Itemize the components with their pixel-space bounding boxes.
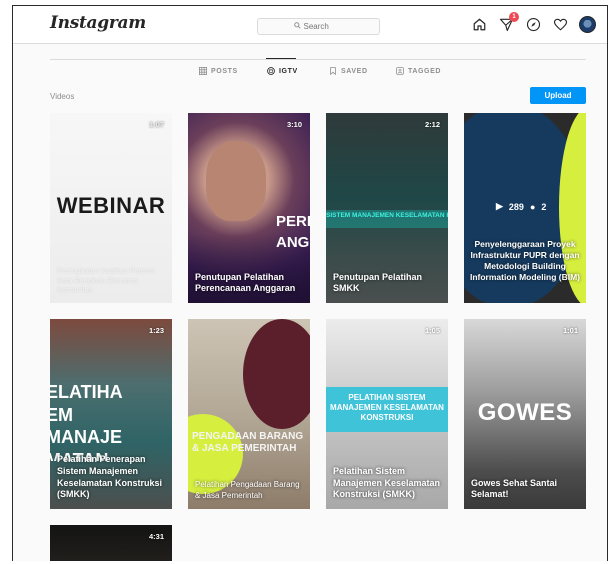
video-duration: 1:23 bbox=[148, 326, 164, 335]
comment-count: 2 bbox=[541, 201, 547, 212]
video-title: Peningkatan Kualitas Potensi Kota Bengku… bbox=[57, 265, 155, 295]
video-duration: 3:10 bbox=[286, 120, 302, 129]
tag-icon bbox=[396, 67, 404, 75]
tab-tagged[interactable]: TAGGED bbox=[396, 67, 441, 75]
video-duration: 2:12 bbox=[424, 120, 440, 129]
bookmark-icon bbox=[330, 67, 336, 75]
home-icon[interactable] bbox=[471, 16, 488, 33]
engagement-stats: ▶ 289 ● 2 bbox=[496, 201, 546, 212]
video-title: Penyelenggaraan Proyek Infrastruktur PUP… bbox=[469, 238, 580, 282]
video-tile[interactable]: PENGADAAN BARANG & JASA PEMERINTAH Pelat… bbox=[188, 319, 310, 509]
search-box[interactable] bbox=[257, 18, 380, 35]
browser-frame: Instagram 1 bbox=[12, 5, 608, 561]
video-title: Pelatihan Penerapan Sistem Manajemen Kes… bbox=[57, 454, 163, 500]
activity-heart-icon[interactable] bbox=[552, 16, 569, 33]
video-tile[interactable]: 1:07 WEBINAR Peningkatan Kualitas Potens… bbox=[50, 113, 172, 303]
video-thumbnail-text: WEBINAR bbox=[56, 193, 166, 218]
video-title: Pelatihan Pengadaan Barang & Jasa Pemeri… bbox=[195, 480, 300, 500]
profile-avatar[interactable] bbox=[579, 16, 596, 33]
video-tile[interactable]: ▶ 289 ● 2 Penyelenggaraan Proyek Infrast… bbox=[464, 113, 586, 303]
instagram-logo[interactable]: Instagram bbox=[50, 13, 146, 33]
video-tile[interactable]: 4:31 bbox=[50, 525, 172, 561]
video-tile[interactable]: 1:05 PELATIHAN SISTEM MANAJEMEN KESELAMA… bbox=[326, 319, 448, 509]
upload-button[interactable]: Upload bbox=[530, 87, 586, 104]
explore-compass-icon[interactable] bbox=[525, 16, 542, 33]
profile-divider bbox=[50, 59, 586, 60]
igtv-icon bbox=[267, 67, 275, 75]
person-thumbnail bbox=[243, 319, 310, 429]
grid-icon bbox=[199, 67, 207, 75]
tab-label: TAGGED bbox=[408, 67, 442, 75]
video-title: Gowes Sehat Santai Selamat! bbox=[471, 477, 558, 500]
nav-icons: 1 bbox=[471, 12, 596, 33]
active-tab-indicator bbox=[266, 58, 296, 59]
video-tile[interactable]: 1:23 ELATIHA EM MANAJE MATAN KON Pelatih… bbox=[50, 319, 172, 509]
video-title: Penutupan Pelatihan Perencanaan Anggaran bbox=[195, 271, 296, 294]
video-duration: 1:01 bbox=[562, 326, 578, 335]
tab-label: IGTV bbox=[279, 67, 298, 75]
play-icon: ▶ bbox=[496, 201, 503, 211]
top-navigation-bar: Instagram 1 bbox=[13, 6, 607, 44]
video-title: Pelatihan Sistem Manajemen Keselamatan K… bbox=[333, 465, 441, 500]
video-tile[interactable]: 1:01 GOWES Gowes Sehat Santai Selamat! bbox=[464, 319, 586, 509]
person-thumbnail bbox=[206, 141, 266, 221]
video-thumbnail-text: PERE ANG bbox=[276, 213, 310, 251]
video-thumbnail-text: PENGADAAN BARANG & JASA PEMERINTAH bbox=[192, 431, 304, 454]
search-input[interactable] bbox=[303, 22, 344, 31]
tab-saved[interactable]: SAVED bbox=[329, 67, 368, 75]
tab-igtv[interactable]: IGTV bbox=[267, 67, 298, 75]
tab-label: SAVED bbox=[341, 67, 368, 75]
video-duration: 1:07 bbox=[148, 120, 164, 129]
video-title: Penutupan Pelatihan SMKK bbox=[333, 271, 423, 294]
video-thumbnail-text: ELATIHA EM MANAJE MATAN KON bbox=[50, 382, 123, 461]
tab-label: POSTS bbox=[211, 67, 238, 75]
section-title: Videos bbox=[50, 92, 75, 101]
video-duration: 4:31 bbox=[148, 532, 164, 541]
video-duration: 1:05 bbox=[424, 326, 440, 335]
tab-posts[interactable]: POSTS bbox=[199, 67, 238, 75]
view-count: 289 bbox=[508, 201, 524, 212]
direct-messages-icon[interactable]: 1 bbox=[498, 12, 519, 33]
video-thumbnail-text: PELATIHAN SISTEM MANAJEMEN KESELAMATAN K… bbox=[330, 393, 444, 422]
notification-badge: 1 bbox=[509, 12, 519, 22]
video-tile[interactable]: 2:12 SISTEM MANAJEMEN KESELAMATAN KONSTR… bbox=[326, 113, 448, 303]
video-thumbnail-text: SISTEM MANAJEMEN KESELAMATAN KONSTRUKSI bbox=[326, 212, 448, 219]
comment-icon: ● bbox=[529, 201, 536, 212]
video-tile[interactable]: 3:10 PERE ANG Penutupan Pelatihan Perenc… bbox=[188, 113, 310, 303]
video-thumbnail-text: GOWES bbox=[477, 399, 573, 426]
profile-tabs: POSTS IGTV SAVED TAGGED bbox=[13, 67, 607, 81]
search-icon bbox=[293, 22, 301, 31]
